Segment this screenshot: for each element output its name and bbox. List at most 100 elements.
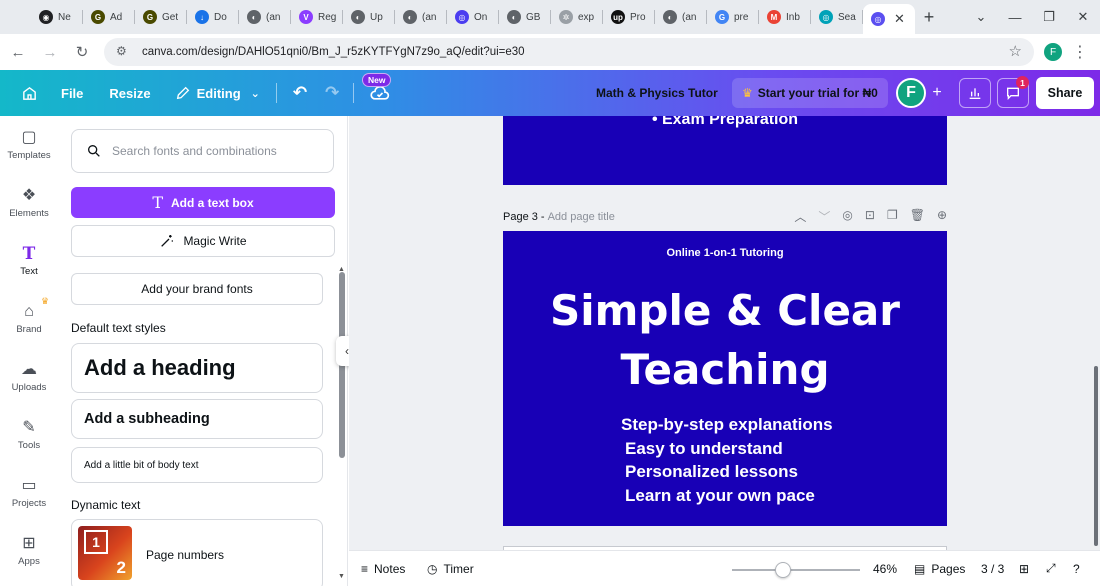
- delete-page-icon[interactable]: 🗑︎: [910, 208, 925, 225]
- page-numbers-card[interactable]: 1 2 Page numbers: [71, 519, 323, 586]
- tab-title: pre: [734, 11, 749, 23]
- file-menu[interactable]: File: [61, 70, 83, 116]
- add-page-icon[interactable]: ⊕: [937, 208, 947, 225]
- slide-bullet-list[interactable]: Step-by-step explanations Easy to unders…: [621, 413, 833, 507]
- magic-write-button[interactable]: Magic Write: [71, 225, 335, 257]
- panel-scroll-down-icon[interactable]: ▼: [338, 573, 345, 580]
- reload-icon[interactable]: ↻: [68, 38, 96, 66]
- slide-bullet: Personalized lessons: [625, 462, 798, 481]
- close-window-icon[interactable]: ✕: [1066, 0, 1100, 34]
- tab-active[interactable]: ◎ ✕: [863, 4, 915, 34]
- restore-icon[interactable]: ❐: [1032, 0, 1066, 34]
- home-button[interactable]: [14, 70, 44, 116]
- slide-title-line-2: Teaching: [620, 345, 830, 394]
- user-avatar[interactable]: F: [896, 78, 926, 108]
- browser-tab[interactable]: ◐ (an: [395, 0, 447, 34]
- browser-tab[interactable]: V Reg: [291, 0, 343, 34]
- zoom-slider-track[interactable]: [732, 569, 860, 571]
- tools-icon: ✎: [22, 419, 36, 436]
- rail-item-apps[interactable]: ⊞ Apps: [0, 525, 58, 577]
- share-button[interactable]: Share: [1036, 77, 1094, 109]
- add-heading-button[interactable]: Add a heading: [71, 343, 323, 393]
- forward-icon[interactable]: →: [36, 38, 64, 66]
- browser-tab[interactable]: ◐ Up: [343, 0, 395, 34]
- canvas-scrollbar[interactable]: [1094, 366, 1098, 546]
- hide-page-icon[interactable]: ◎: [842, 208, 852, 225]
- add-collaborator-icon[interactable]: +: [928, 84, 946, 102]
- url-field[interactable]: ⚙ canva.com/design/DAHlO51qni0/Bm_J_r5zK…: [104, 38, 1034, 66]
- browser-tab[interactable]: G Get: [135, 0, 187, 34]
- zoom-slider-handle[interactable]: [775, 562, 792, 578]
- tab-list: ◉ Ne G Ad G Get ↓ Do ◐ (an V Reg ◐ Up ◐ (an ◎ On ◐ GB ✲ exp up…: [31, 0, 863, 34]
- browser-menu-icon[interactable]: ⋮: [1072, 42, 1088, 62]
- rail-item-uploads[interactable]: ☁ Uploads: [0, 351, 58, 403]
- help-icon[interactable]: ?: [1073, 562, 1080, 576]
- add-subheading-button[interactable]: Add a subheading: [71, 399, 323, 439]
- zoom-level[interactable]: 46%: [873, 562, 897, 576]
- add-text-box-button[interactable]: T Add a text box: [71, 187, 335, 218]
- pages-button[interactable]: ▤ Pages: [914, 562, 965, 576]
- rail-item-label: Uploads: [11, 382, 47, 393]
- redo-icon[interactable]: ↷: [325, 70, 339, 116]
- move-page-down-icon[interactable]: ﹀: [818, 208, 830, 225]
- close-tab-icon[interactable]: ✕: [894, 11, 905, 27]
- tab-search-icon[interactable]: ⌄: [964, 0, 998, 34]
- undo-icon[interactable]: ↶: [293, 70, 307, 116]
- notes-button[interactable]: ≡ Notes: [361, 562, 405, 576]
- site-info-icon[interactable]: ⚙: [116, 44, 132, 60]
- minimize-icon[interactable]: —: [998, 0, 1032, 34]
- new-tab-button[interactable]: +: [915, 7, 943, 28]
- browser-tab[interactable]: ◉ Ne: [31, 0, 83, 34]
- move-page-up-icon[interactable]: ︿: [794, 208, 806, 225]
- duplicate-page-icon[interactable]: ❐: [887, 208, 898, 225]
- slide-kicker-text[interactable]: Online 1-on-1 Tutoring: [503, 247, 947, 259]
- browser-tab[interactable]: ◎ On: [447, 0, 499, 34]
- browser-tab[interactable]: ↓ Do: [187, 0, 239, 34]
- browser-tab[interactable]: ◎ Sea: [811, 0, 863, 34]
- fullscreen-icon[interactable]: ⤢: [1046, 561, 1056, 576]
- browser-tab[interactable]: ◐ (an: [239, 0, 291, 34]
- grid-view-icon[interactable]: ⊞: [1019, 562, 1029, 576]
- rail-item-projects[interactable]: ▭ Projects: [0, 467, 58, 519]
- chevron-down-icon: ⌄: [250, 87, 260, 100]
- tab-favicon-icon: M: [767, 10, 781, 24]
- browser-tab[interactable]: up Pro: [603, 0, 655, 34]
- browser-tab[interactable]: M Inb: [759, 0, 811, 34]
- page-2-fragment[interactable]: • Exam Preparation: [503, 116, 947, 185]
- bar-chart-icon: [969, 88, 981, 99]
- bookmark-star-icon[interactable]: ☆: [1009, 42, 1022, 60]
- slide-bullet: Learn at your own pace: [625, 485, 815, 505]
- rail-item-elements[interactable]: ❖ Elements: [0, 177, 58, 229]
- rail-item-tools[interactable]: ✎ Tools: [0, 409, 58, 461]
- back-icon[interactable]: ←: [4, 38, 32, 66]
- lock-page-icon[interactable]: ⊡: [865, 208, 875, 225]
- resize-button[interactable]: Resize: [109, 70, 150, 116]
- font-search-input[interactable]: Search fonts and combinations: [71, 129, 334, 173]
- rail-item-text[interactable]: T Text: [0, 235, 58, 287]
- document-title[interactable]: Math & Physics Tutor: [596, 70, 718, 116]
- window-controls: ⌄ — ❐ ✕: [964, 0, 1100, 34]
- url-text: canva.com/design/DAHlO51qni0/Bm_J_r5zKYT…: [142, 46, 525, 58]
- add-body-text-button[interactable]: Add a little bit of body text: [71, 447, 323, 483]
- slide-page-3[interactable]: Online 1-on-1 Tutoring Simple & Clear Te…: [503, 231, 947, 526]
- rail-item-templates[interactable]: ▢ Templates: [0, 119, 58, 171]
- page-title-input[interactable]: Add page title: [548, 211, 615, 223]
- browser-tab[interactable]: ◐ (an: [655, 0, 707, 34]
- editing-mode-dropdown[interactable]: Editing ⌄: [175, 70, 260, 116]
- slide-title[interactable]: Simple & Clear Teaching: [503, 281, 947, 399]
- browser-tab[interactable]: ✲ exp: [551, 0, 603, 34]
- text-panel: Search fonts and combinations T Add a te…: [58, 116, 348, 586]
- rail-item-label: Elements: [9, 208, 49, 219]
- browser-tab[interactable]: G Ad: [83, 0, 135, 34]
- start-trial-button[interactable]: ♛ Start your trial for ₦0: [732, 78, 888, 108]
- timer-button[interactable]: ◷ Timer: [427, 562, 474, 576]
- slide-bullet: Step-by-step explanations: [621, 415, 833, 434]
- rail-item-brand[interactable]: ⌂ Brand: [0, 293, 58, 345]
- add-brand-fonts-button[interactable]: Add your brand fonts: [71, 273, 323, 305]
- insights-button[interactable]: [959, 78, 991, 108]
- browser-tab[interactable]: ◐ GB: [499, 0, 551, 34]
- tab-title: Inb: [786, 11, 800, 23]
- browser-tab[interactable]: Gpre: [707, 0, 759, 34]
- browser-profile-avatar[interactable]: F: [1044, 43, 1062, 61]
- brand-icon: ⌂: [24, 303, 34, 320]
